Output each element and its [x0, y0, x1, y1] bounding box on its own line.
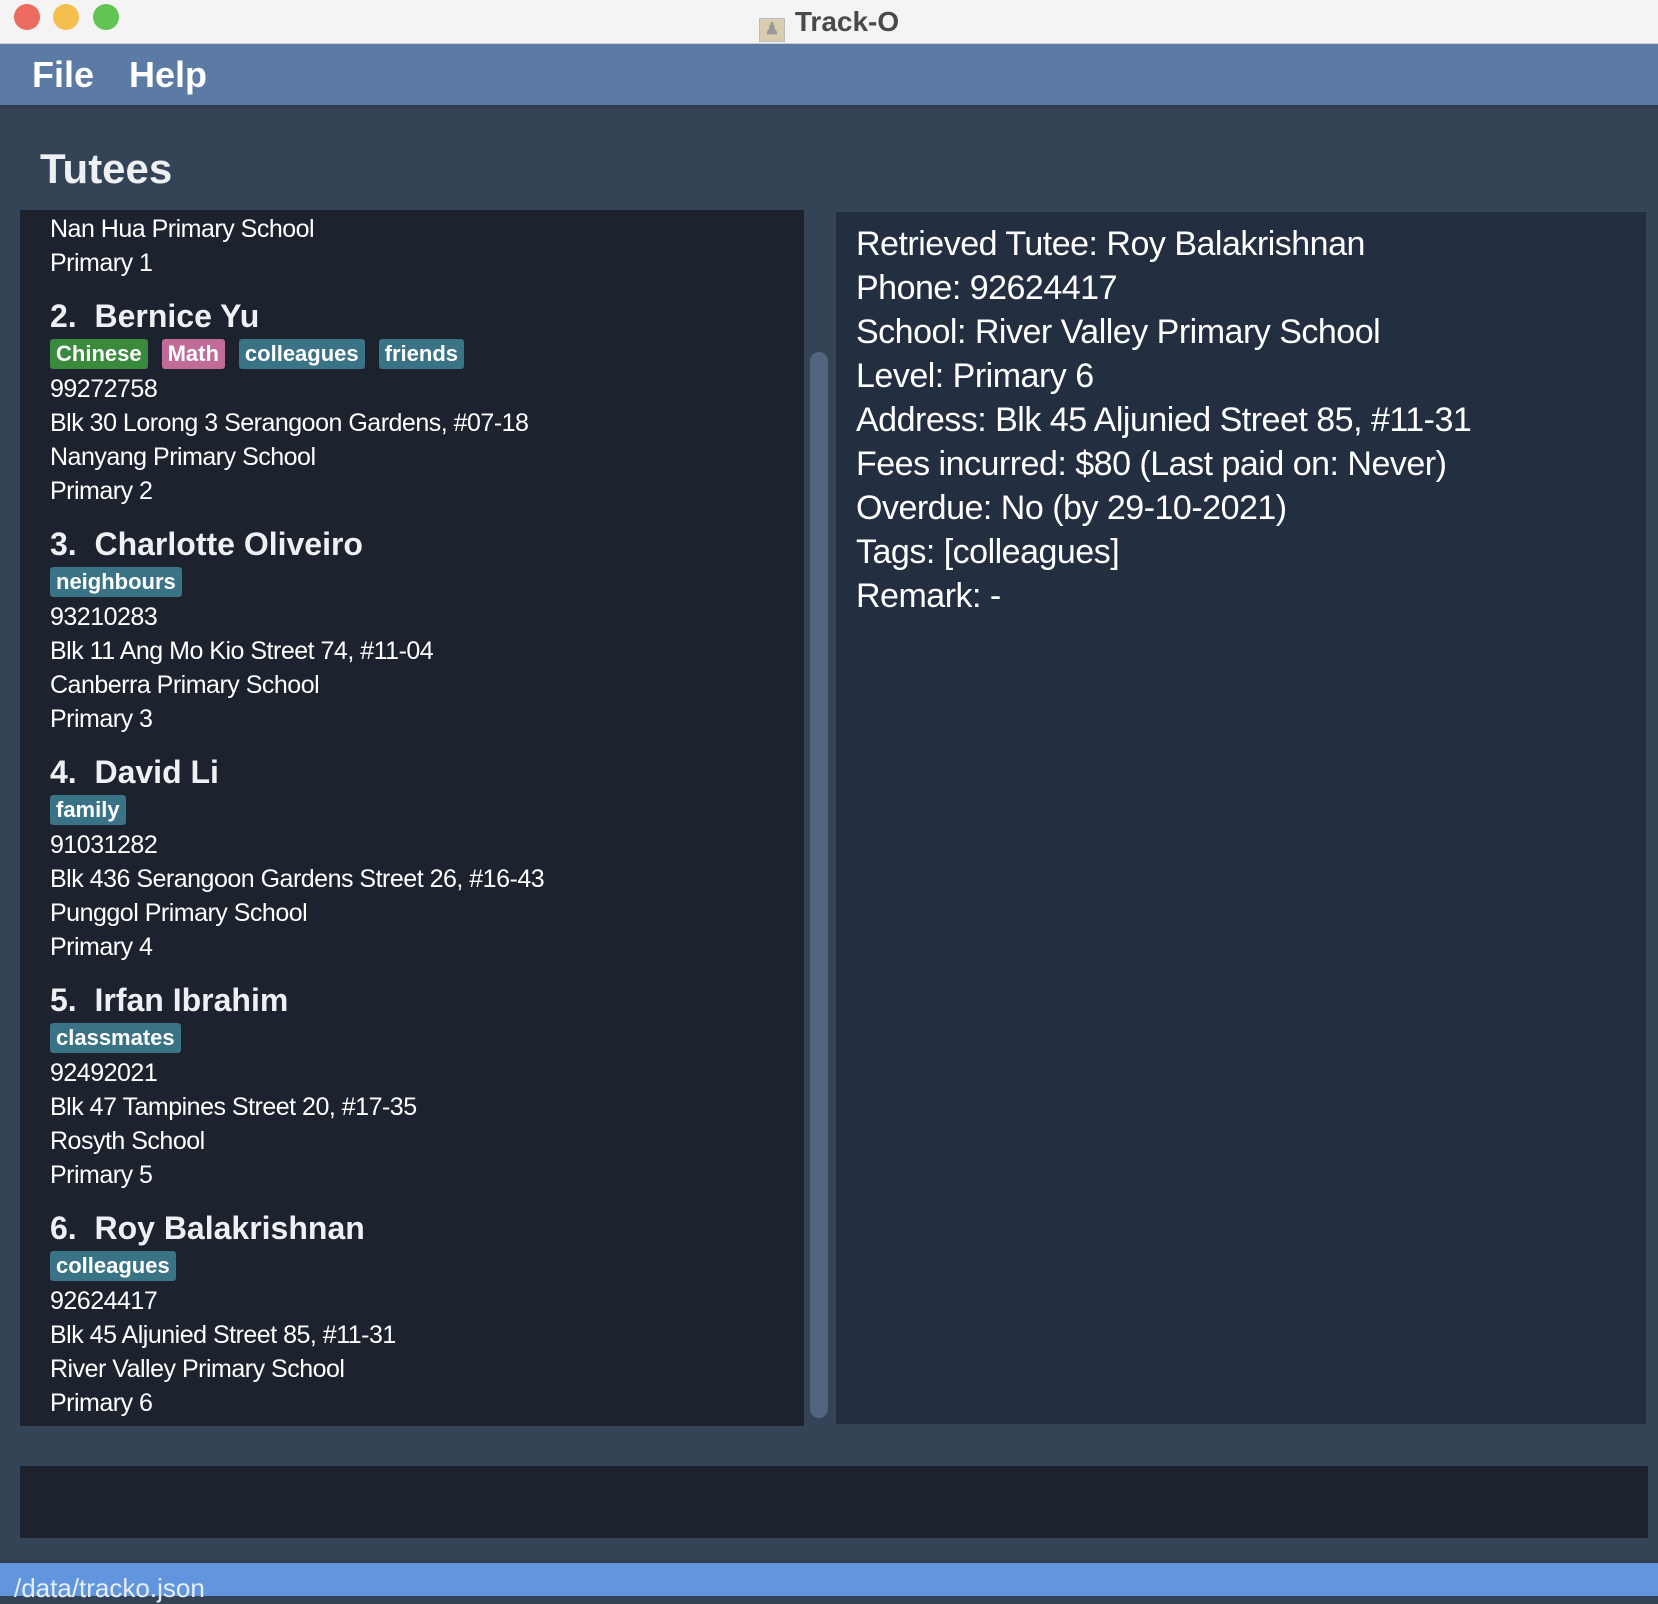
window-title: ♟ Track-O [0, 6, 1658, 42]
tutee-name: 3. Charlotte Oliveiro [50, 526, 363, 562]
tutee-address: Blk 45 Aljunied Street 85, #11-31 [50, 1321, 396, 1349]
tutee-address: Blk 11 Ang Mo Kio Street 74, #11-04 [50, 637, 434, 665]
menu-file[interactable]: File [32, 54, 94, 96]
tag-list: family [50, 792, 790, 828]
tutee-card-partial[interactable]: Nan Hua Primary School Primary 1 [50, 212, 790, 280]
result-line: Remark: - [856, 577, 1001, 615]
tutee-address: Blk 30 Lorong 3 Serangoon Gardens, #07-1… [50, 409, 529, 437]
tutee-name: 2. Bernice Yu [50, 298, 260, 334]
tutee-card[interactable]: 4. David Li family 91031282 Blk 436 Serango… [50, 752, 790, 964]
result-line: Level: Primary 6 [856, 357, 1094, 395]
tutee-phone: 91031282 [50, 831, 158, 859]
tutee-card[interactable]: 3. Charlotte Oliveiro neighbours 93210283 B… [50, 524, 790, 736]
tutee-phone: 93210283 [50, 603, 158, 631]
tutee-level: Primary 5 [50, 1161, 153, 1189]
tutee-address: Blk 436 Serangoon Gardens Street 26, #16… [50, 865, 545, 893]
tag: Chinese [50, 339, 148, 369]
tutee-card[interactable]: 5. Irfan Ibrahim classmates 92492021 Blk 47… [50, 980, 790, 1192]
result-line: Fees incurred: $80 (Last paid on: Never) [856, 445, 1447, 483]
tutee-level: Primary 6 [50, 1389, 153, 1417]
tag: family [50, 795, 126, 825]
tutee-school: Nan Hua Primary School [50, 215, 315, 243]
tutee-phone: 92492021 [50, 1059, 158, 1087]
tutee-level: Primary 2 [50, 477, 153, 505]
result-line: School: River Valley Primary School [856, 313, 1381, 351]
tutee-level: Primary 3 [50, 705, 153, 733]
result-line: Phone: 92624417 [856, 269, 1117, 307]
title-bar: ♟ Track-O [0, 0, 1658, 44]
window-title-text: Track-O [794, 6, 900, 37]
menu-help[interactable]: Help [129, 54, 207, 96]
result-line: Tags: [colleagues] [856, 533, 1120, 571]
tutee-phone: 99272758 [50, 375, 158, 403]
tutee-card[interactable]: 2. Bernice Yu Chinese Math colleagues friend… [50, 296, 790, 508]
tutee-phone: 92624417 [50, 1287, 158, 1315]
tutee-school: Nanyang Primary School [50, 443, 316, 471]
tutee-name: 5. Irfan Ibrahim [50, 982, 289, 1018]
tag: neighbours [50, 567, 182, 597]
command-input[interactable] [20, 1466, 1648, 1538]
tag: friends [378, 339, 464, 369]
tutee-address: Blk 47 Tampines Street 20, #17-35 [50, 1093, 417, 1121]
tutee-school: Rosyth School [50, 1127, 205, 1155]
tag-list: colleagues [50, 1248, 790, 1284]
tutee-card[interactable]: 6. Roy Balakrishnan colleagues 92624417 Blk… [50, 1208, 790, 1420]
tag: classmates [50, 1023, 181, 1053]
tag-list: classmates [50, 1020, 790, 1056]
tutee-list-scrollbar[interactable] [810, 352, 828, 1418]
result-line: Retrieved Tutee: Roy Balakrishnan [856, 225, 1365, 263]
tag: colleagues [50, 1251, 176, 1281]
tutee-school: River Valley Primary School [50, 1355, 345, 1383]
tag: Math [161, 339, 225, 369]
tutee-level: Primary 1 [50, 249, 153, 277]
tutee-school: Punggol Primary School [50, 899, 308, 927]
tutee-list[interactable]: Nan Hua Primary School Primary 1 2. Bern… [20, 210, 804, 1426]
status-bar: /data/tracko.json [0, 1560, 1658, 1603]
tag: colleagues [238, 339, 365, 369]
app-icon: ♟ [758, 18, 785, 42]
tutee-level: Primary 4 [50, 933, 153, 961]
tutees-heading: Tutees [40, 145, 173, 192]
save-file-path: /data/tracko.json [14, 1573, 205, 1603]
menu-bar: File Help [0, 44, 1658, 108]
tag-list: Chinese Math colleagues friends [50, 336, 790, 372]
tutee-name: 4. David Li [50, 754, 219, 790]
tutee-school: Canberra Primary School [50, 671, 320, 699]
result-display: Retrieved Tutee: Roy Balakrishnan Phone: … [836, 212, 1646, 1424]
result-line: Address: Blk 45 Aljunied Street 85, #11-… [856, 401, 1472, 439]
tutee-name: 6. Roy Balakrishnan [50, 1210, 365, 1246]
result-line: Overdue: No (by 29-10-2021) [856, 489, 1287, 527]
tag-list: neighbours [50, 564, 790, 600]
